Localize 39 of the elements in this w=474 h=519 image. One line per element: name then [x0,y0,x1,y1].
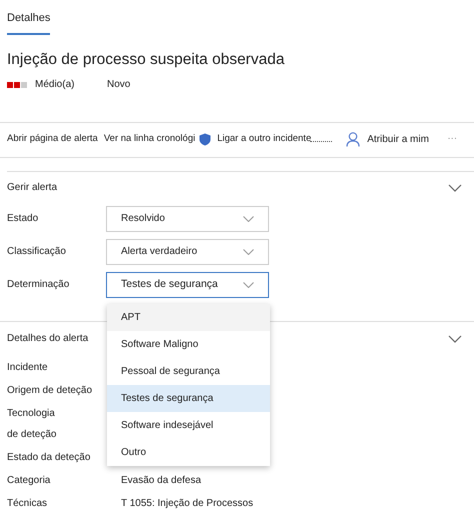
dropdown-option[interactable]: Software indesejável [107,412,270,438]
select-field[interactable]: Resolvido [106,206,269,232]
detail-label: Categoria [7,474,52,488]
detail-label: Tecnologia de deteção [7,406,58,442]
field-label: Estado [7,212,40,226]
field-label: Classificação [7,245,67,259]
dropdown-option[interactable]: Software Maligno [107,330,270,358]
detail-label: Origem de deteção [7,384,94,398]
toolbar-link[interactable]: Abrir página de alerta [7,132,98,147]
alert-title: Injeção de processo suspeita observada [6,50,286,70]
select-field[interactable]: Testes de segurança [106,272,269,298]
section-title: Gerir alerta [7,181,58,195]
detail-label: Incidente [7,360,49,374]
detail-label: Técnicas [7,496,48,510]
field-label: Determinação [7,278,70,292]
dropdown-option[interactable]: Outro [107,438,270,466]
assign-button[interactable]: Atribuir a mim [346,132,429,147]
dropdown-option[interactable]: Pessoal de segurança [107,358,270,384]
select-field[interactable]: Alerta verdadeiro [106,238,269,264]
section-title: Detalhes do alerta [7,332,88,346]
chevron-down-icon[interactable] [448,334,462,342]
chevron-down-icon[interactable] [448,184,462,192]
chevron-down-icon [243,216,254,222]
dropdown-option[interactable]: Testes de segurança [107,384,270,412]
tab[interactable]: Detalhes [7,10,50,34]
severity-label: Médio(a) [35,78,76,92]
dropdown-option[interactable]: APT [107,304,270,330]
chevron-down-icon [243,282,254,288]
toolbar-link[interactable]: Ver na linha cronológi [104,132,196,147]
detail-value: Evasão da defesa [121,474,202,488]
detail-value: T 1055: Injeção de Processos [121,496,254,510]
toolbar-link[interactable]: Ligar a outro incidente [217,132,312,147]
detail-label: Estado da deteção [7,450,92,464]
person-icon [346,132,360,147]
status-label: Novo [107,78,130,92]
chevron-down-icon [243,248,254,254]
dotted-line [310,140,332,142]
more-button[interactable]: ··· [448,132,457,147]
shield-icon [199,133,212,146]
